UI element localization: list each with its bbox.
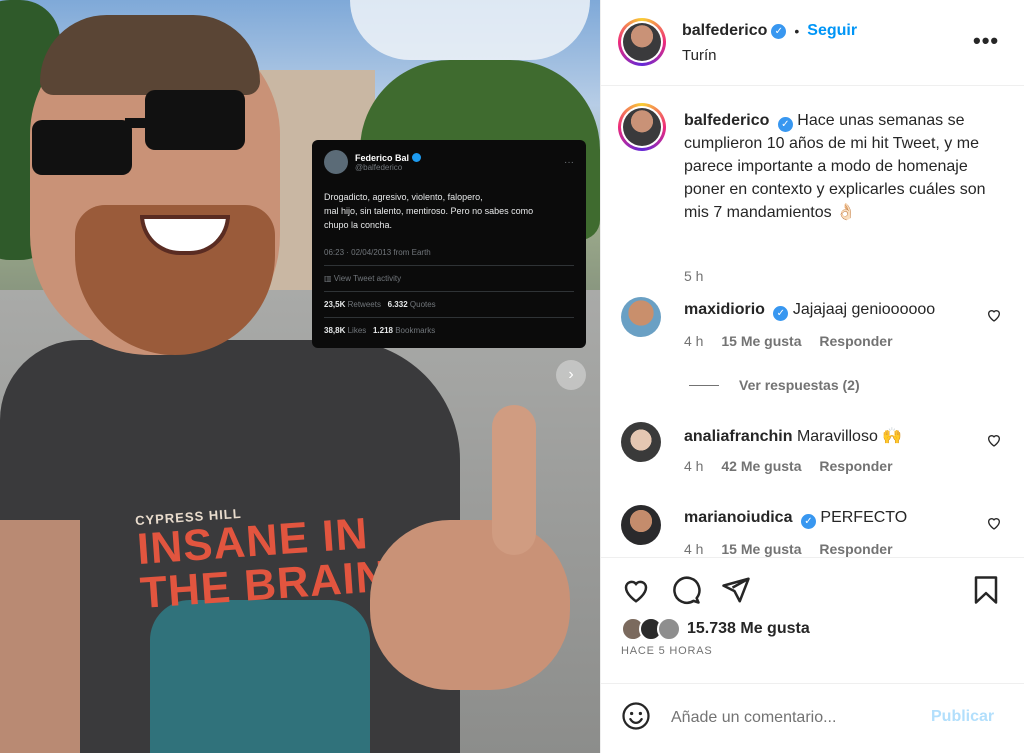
- tweet-screenshot: Federico Bal @balfederico ··· Drogadicto…: [312, 140, 586, 348]
- post-actions: 15.738 Me gusta HACE 5 HORAS: [601, 557, 1024, 683]
- tweet-verified-icon: [412, 152, 422, 162]
- comment-username[interactable]: marianoiudica: [684, 509, 792, 526]
- emoji-icon[interactable]: [621, 701, 651, 731]
- likes-summary[interactable]: 15.738 Me gusta: [621, 617, 810, 641]
- tweet-avatar: [324, 150, 348, 174]
- bookmark-icon[interactable]: [971, 575, 1001, 605]
- reply-button[interactable]: Responder: [819, 541, 892, 557]
- comment-time: 4 h: [684, 458, 704, 474]
- heart-icon[interactable]: [986, 307, 1002, 323]
- next-photo-button[interactable]: ›: [556, 360, 586, 390]
- comments-list[interactable]: balfederico ✓ Hace unas semanas se cumpl…: [601, 87, 1024, 557]
- tweet-handle: @balfederico: [355, 162, 403, 172]
- tweet-more-icon: ···: [564, 156, 574, 168]
- post-time-ago[interactable]: HACE 5 HORAS: [621, 645, 713, 657]
- post-header: balfederico ✓ • Seguir Turín •••: [601, 0, 1024, 86]
- reply-button[interactable]: Responder: [819, 333, 892, 349]
- pointing-finger: [492, 405, 536, 555]
- more-options-icon[interactable]: •••: [973, 28, 999, 54]
- tweet-activity: ▥ View Tweet activity: [324, 265, 574, 283]
- caption-username[interactable]: balfederico: [684, 112, 769, 129]
- comment-username[interactable]: maxidiorio: [684, 301, 765, 318]
- bar-chart-icon: ▥: [324, 274, 332, 283]
- comment-item: maxidiorio ✓ Jajajaaj genioooooo 4 h 15 …: [618, 297, 1018, 357]
- heart-icon[interactable]: [621, 575, 651, 605]
- comment-time: 4 h: [684, 333, 704, 349]
- bookmarks-count: 1.218: [372, 326, 393, 335]
- tweet-likes-label: Likes: [347, 326, 367, 335]
- sunglasses: [32, 90, 245, 175]
- comment-input[interactable]: [671, 706, 911, 730]
- likes-count[interactable]: 15.738 Me gusta: [687, 620, 810, 638]
- shirt-print-big: INSANE IN THE BRAIN: [135, 509, 390, 618]
- liker-avatar: [657, 617, 681, 641]
- tweet-text: Drogadicto, agresivo, violento, falopero…: [324, 192, 534, 230]
- tattooed-arm: [0, 520, 80, 753]
- chevron-right-icon: ›: [568, 366, 574, 383]
- comment-time: 4 h: [684, 541, 704, 557]
- replies-dash: [689, 384, 719, 386]
- tweet-author-name: Federico Bal: [355, 152, 410, 163]
- view-replies-label: Ver respuestas (2): [739, 377, 860, 393]
- shirt-graphic: [150, 600, 370, 753]
- comment-username[interactable]: analiafranchin: [684, 428, 792, 445]
- verified-icon: ✓: [800, 514, 816, 529]
- verified-icon: ✓: [773, 306, 789, 321]
- comment-item: analiafranchin Maravilloso 🙌 4 h 42 Me g…: [618, 422, 1018, 482]
- tweet-likes-bookmarks: 38,8K Likes 1.218 Bookmarks: [324, 317, 574, 335]
- shirt-print: CYPRESS HILL INSANE IN THE BRAIN: [135, 496, 401, 618]
- comment-item: marianoiudica ✓ PERFECTO 4 h 15 Me gusta…: [618, 505, 1018, 557]
- verified-icon: ✓: [771, 23, 787, 39]
- retweets-count: 23,5K: [324, 300, 346, 309]
- commenter-avatar[interactable]: [621, 505, 661, 545]
- follow-button[interactable]: Seguir: [807, 22, 857, 40]
- verified-icon: ✓: [777, 117, 793, 132]
- commenter-avatar[interactable]: [621, 297, 661, 337]
- comment-composer: Publicar: [601, 683, 1024, 753]
- separator-dot: •: [794, 23, 800, 39]
- comment-likes[interactable]: 15 Me gusta: [721, 333, 801, 349]
- heart-icon[interactable]: [986, 432, 1002, 448]
- comment-likes[interactable]: 15 Me gusta: [721, 541, 801, 557]
- tweet-meta: 06:23 · 02/04/2013 from Earth: [324, 248, 431, 257]
- view-replies-button[interactable]: Ver respuestas (2): [689, 377, 860, 393]
- sky-cloud: [350, 0, 590, 60]
- retweets-label: Retweets: [347, 300, 381, 309]
- comment-text: Jajajaaj genioooooo: [792, 301, 936, 318]
- hand: [370, 520, 570, 690]
- reply-button[interactable]: Responder: [819, 458, 892, 474]
- heart-icon[interactable]: [986, 515, 1002, 531]
- author-avatar[interactable]: [618, 18, 666, 66]
- tweet-likes-count: 38,8K: [324, 326, 346, 335]
- commenter-avatar[interactable]: [621, 422, 661, 462]
- comment-text: Maravilloso 🙌: [796, 428, 903, 445]
- tweet-retweets-quotes: 23,5K Retweets 6.332 Quotes: [324, 291, 574, 309]
- bookmarks-label: Bookmarks: [395, 326, 436, 335]
- tweet-activity-label: View Tweet activity: [333, 274, 402, 283]
- quotes-count: 6.332: [387, 300, 408, 309]
- share-icon[interactable]: [721, 575, 751, 605]
- post-photo[interactable]: CYPRESS HILL INSANE IN THE BRAIN Federic…: [0, 0, 600, 753]
- comment-icon[interactable]: [671, 575, 701, 605]
- caption-time: 5 h: [684, 268, 704, 284]
- caption-avatar[interactable]: [618, 103, 666, 151]
- quotes-label: Quotes: [409, 300, 436, 309]
- post-side-panel: balfederico ✓ • Seguir Turín ••• balfede…: [600, 0, 1024, 753]
- comment-text: PERFECTO: [820, 509, 908, 526]
- post-location[interactable]: Turín: [682, 47, 716, 64]
- comment-likes[interactable]: 42 Me gusta: [721, 458, 801, 474]
- publish-button[interactable]: Publicar: [931, 708, 994, 726]
- author-username[interactable]: balfederico: [682, 22, 767, 40]
